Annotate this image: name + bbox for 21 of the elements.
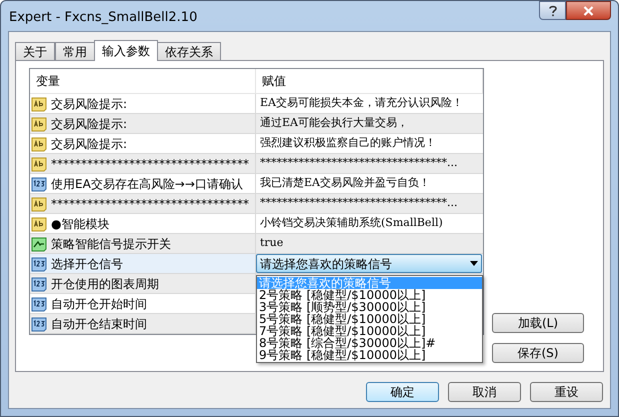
parameter-name: 使用EA交易存在高风险→→口请确认 <box>51 176 243 192</box>
parameter-name: 自动开仓开始时间 <box>51 296 147 312</box>
window-title: Expert - Fxcns_SmallBell2.10 <box>8 9 198 28</box>
parameter-value: **********************************... <box>259 155 458 172</box>
parameter-value: 强烈建议积极监察自己的账户情况！ <box>259 135 436 152</box>
parameter-value: 通过EA可能会执行大量交易， <box>259 115 408 132</box>
parameter-value: true <box>259 235 284 252</box>
parameter-name: 策略智能信号提示开关 <box>51 236 171 252</box>
parameter-value: **********************************... <box>259 195 458 212</box>
parameter-name: 开仓使用的图表周期 <box>51 276 159 292</box>
parameter-value: 我已清楚EA交易风险并盈亏自负！ <box>259 175 430 192</box>
parameter-name: ********************************* <box>51 196 249 212</box>
parameter-name: 交易风险提示: <box>51 96 128 112</box>
parameter-value: EA交易可能损失本金，请充分认识风险！ <box>259 95 463 112</box>
parameter-name: 交易风险提示: <box>51 116 128 132</box>
parameter-name: ●智能模块 <box>51 216 110 232</box>
parameter-name: 选择开仓信号 <box>51 256 123 272</box>
parameter-name: ********************************* <box>51 156 249 172</box>
parameter-name: 交易风险提示: <box>51 136 128 152</box>
parameter-name: 自动开仓结束时间 <box>51 316 147 332</box>
parameter-value: 小铃铛交易决策辅助系统(SmallBell) <box>259 215 443 232</box>
